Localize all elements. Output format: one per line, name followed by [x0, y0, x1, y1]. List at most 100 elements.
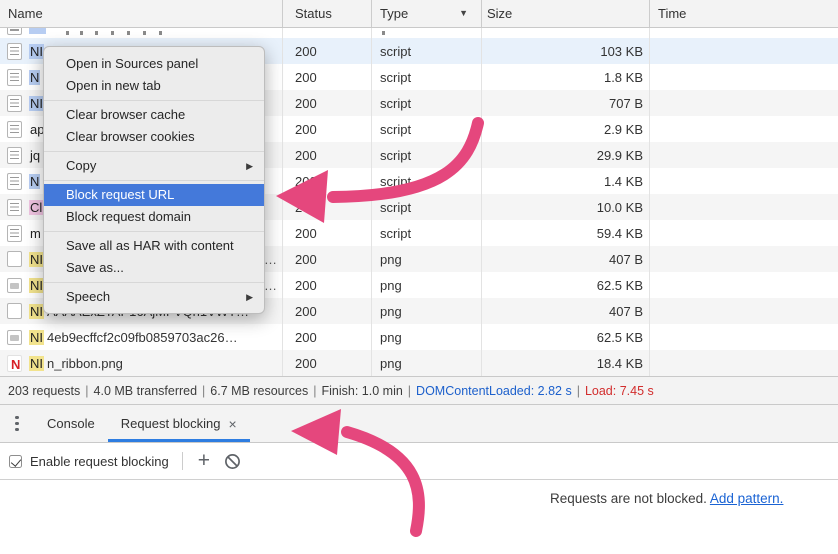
cell-size: 62.5 KB: [482, 272, 650, 298]
cell-size: 10.0 KB: [482, 194, 650, 220]
context-menu: Open in Sources panel Open in new tab Cl…: [43, 46, 265, 314]
image-file-icon: [7, 330, 22, 345]
cell-time: [650, 116, 838, 142]
image-file-icon: [7, 278, 22, 293]
summary-separator: |: [202, 384, 205, 398]
summary-segment: 6.7 MB resources: [210, 384, 308, 398]
column-header-status[interactable]: Status: [283, 0, 372, 27]
menu-item-open-in-new-tab[interactable]: Open in new tab: [44, 75, 264, 97]
cell-type: script: [372, 64, 482, 90]
name-highlight: m: [29, 226, 42, 241]
script-file-icon: [7, 43, 22, 60]
cell-size: 1.4 KB: [482, 168, 650, 194]
name-highlight: jq: [29, 148, 41, 163]
cell-status: 200: [283, 350, 372, 376]
cell-time: [650, 272, 838, 298]
name-highlight: NI: [29, 278, 44, 293]
add-pattern-plus-icon[interactable]: +: [198, 450, 210, 471]
cell-time: [650, 220, 838, 246]
cell-status: 200: [283, 246, 372, 272]
cell-size: 62.5 KB: [482, 324, 650, 350]
menu-item-block-request-domain[interactable]: Block request domain: [44, 206, 264, 228]
script-file-icon: [7, 147, 22, 164]
name-text: 4eb9ecffcf2c09fb0859703ac26…: [47, 330, 238, 345]
summary-segment: 203 requests: [8, 384, 80, 398]
table-row[interactable]: NI 4eb9ecffcf2c09fb0859703ac26… 200 png …: [0, 324, 838, 350]
name-highlight: NI: [29, 304, 44, 319]
cell-time: [650, 194, 838, 220]
close-icon[interactable]: ×: [228, 417, 236, 431]
partial-row: [0, 28, 838, 38]
kebab-menu-icon[interactable]: [0, 405, 34, 442]
menu-item-save-all-as-har-with-content[interactable]: Save all as HAR with content: [44, 235, 264, 257]
column-header-time[interactable]: Time: [650, 0, 838, 27]
cell-status: 200: [283, 90, 372, 116]
name-highlight: NI: [29, 96, 44, 111]
remove-all-patterns-icon[interactable]: [224, 453, 241, 470]
cell-type: script: [372, 168, 482, 194]
cell-time: [650, 38, 838, 64]
blank-file-icon: [7, 251, 22, 267]
cell-time: [650, 64, 838, 90]
enable-request-blocking-label: Enable request blocking: [30, 454, 169, 469]
cell-time: [650, 246, 838, 272]
enable-request-blocking-checkbox[interactable]: [9, 455, 22, 468]
submenu-arrow-icon: ▶: [246, 286, 253, 308]
tab-console[interactable]: Console: [34, 405, 108, 442]
menu-separator: [44, 100, 264, 101]
toolbar-divider: [182, 452, 183, 470]
cell-type: script: [372, 142, 482, 168]
menu-item-save-as[interactable]: Save as...: [44, 257, 264, 279]
column-header-type[interactable]: Type▼: [372, 0, 482, 27]
cell-type: png: [372, 350, 482, 376]
cell-time: [650, 90, 838, 116]
cell-size: 407 B: [482, 246, 650, 272]
cell-time: [650, 168, 838, 194]
name-highlight: NI: [29, 252, 44, 267]
script-file-icon: [7, 95, 22, 112]
menu-item-copy[interactable]: Copy ▶: [44, 155, 264, 177]
network-summary-bar: 203 requests | 4.0 MB transferred | 6.7 MB r…: [0, 376, 838, 405]
empty-state-message: Requests are not blocked. Add pattern.: [550, 491, 783, 506]
cell-status: 200: [283, 64, 372, 90]
blank-file-icon: [7, 303, 22, 319]
menu-item-block-request-url[interactable]: Block request URL: [44, 184, 264, 206]
script-file-icon: [7, 225, 22, 242]
menu-item-clear-browser-cache[interactable]: Clear browser cache: [44, 104, 264, 126]
summary-segment: 4.0 MB transferred: [94, 384, 198, 398]
menu-item-open-in-sources-panel[interactable]: Open in Sources panel: [44, 53, 264, 75]
cell-type: png: [372, 324, 482, 350]
summary-separator: |: [85, 384, 88, 398]
name-highlight: NI: [29, 44, 44, 59]
cell-size: 1.8 KB: [482, 64, 650, 90]
add-pattern-link[interactable]: Add pattern.: [710, 491, 784, 506]
table-row[interactable]: NI n_ribbon.png 200 png 18.4 KB: [0, 350, 838, 376]
name-highlight: N: [29, 174, 40, 189]
name-text: n_ribbon.png: [47, 356, 123, 371]
menu-item-speech[interactable]: Speech ▶: [44, 286, 264, 308]
cell-status: 200: [283, 142, 372, 168]
script-file-icon: [7, 28, 22, 35]
cell-size: 407 B: [482, 298, 650, 324]
cell-status: 200: [283, 168, 372, 194]
cell-type: png: [372, 272, 482, 298]
column-header-size[interactable]: Size: [482, 0, 650, 27]
cell-type: script: [372, 194, 482, 220]
submenu-arrow-icon: ▶: [246, 155, 253, 177]
menu-separator: [44, 231, 264, 232]
menu-item-clear-browser-cookies[interactable]: Clear browser cookies: [44, 126, 264, 148]
name-highlight: N: [29, 70, 40, 85]
column-header-name[interactable]: Name: [0, 0, 283, 27]
tab-request-blocking[interactable]: Request blocking ×: [108, 405, 250, 442]
script-file-icon: [7, 121, 22, 138]
cell-status: 200: [283, 324, 372, 350]
cell-type: script: [372, 116, 482, 142]
summary-separator: |: [408, 384, 411, 398]
cell-status: 200: [283, 116, 372, 142]
summary-separator: |: [313, 384, 316, 398]
cell-type: png: [372, 298, 482, 324]
cell-status: 200: [283, 272, 372, 298]
network-table-header: Name Status Type▼ Size Time: [0, 0, 838, 28]
highlight-fragment: [29, 28, 46, 34]
cell-time: [650, 324, 838, 350]
